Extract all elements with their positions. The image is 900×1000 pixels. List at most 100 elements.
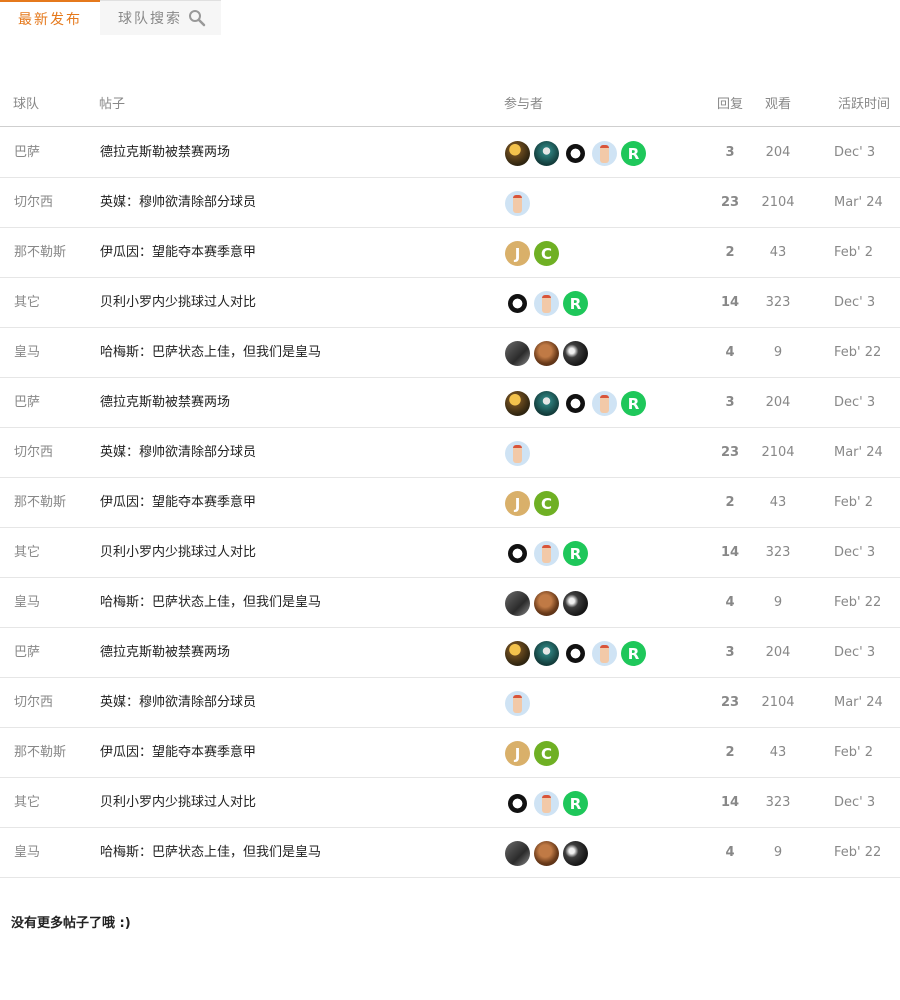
- avatar-letter-c[interactable]: C: [534, 741, 559, 766]
- post-title-link[interactable]: 伊瓜因：望能夺本赛季意甲: [100, 745, 256, 761]
- table-row[interactable]: 巴萨 德拉克斯勒被禁赛两场 R 3 204 Dec' 3: [0, 628, 900, 678]
- team-name[interactable]: 皇马: [14, 345, 40, 361]
- header-replies[interactable]: 回复: [717, 93, 743, 112]
- team-name[interactable]: 那不勒斯: [14, 495, 66, 511]
- tab-latest[interactable]: 最新发布: [0, 0, 100, 36]
- view-count: 2104: [761, 445, 795, 460]
- avatar[interactable]: [505, 291, 530, 316]
- avatar-letter-r[interactable]: R: [621, 141, 646, 166]
- avatar[interactable]: [534, 341, 559, 366]
- avatar[interactable]: [534, 841, 559, 866]
- avatar[interactable]: [534, 141, 559, 166]
- team-name[interactable]: 巴萨: [14, 145, 40, 161]
- avatar[interactable]: [505, 841, 530, 866]
- team-name[interactable]: 其它: [14, 545, 40, 561]
- avatar-letter-c[interactable]: C: [534, 241, 559, 266]
- table-row[interactable]: 切尔西 英媒：穆帅欲清除部分球员 23 2104 Mar' 24: [0, 428, 900, 478]
- post-title-link[interactable]: 伊瓜因：望能夺本赛季意甲: [100, 245, 256, 261]
- avatar[interactable]: [505, 691, 530, 716]
- avatar[interactable]: [534, 391, 559, 416]
- post-title-link[interactable]: 贝利小罗内少挑球过人对比: [100, 545, 256, 561]
- team-name[interactable]: 那不勒斯: [14, 245, 66, 261]
- avatar[interactable]: [505, 391, 530, 416]
- avatar[interactable]: [534, 291, 559, 316]
- table-row[interactable]: 其它 贝利小罗内少挑球过人对比 R 14 323 Dec' 3: [0, 778, 900, 828]
- post-title-link[interactable]: 贝利小罗内少挑球过人对比: [100, 295, 256, 311]
- search-icon[interactable]: [188, 9, 206, 27]
- avatar-letter-j[interactable]: J: [505, 491, 530, 516]
- avatar-letter-r[interactable]: R: [563, 791, 588, 816]
- post-title-link[interactable]: 英媒：穆帅欲清除部分球员: [100, 445, 256, 461]
- post-title-link[interactable]: 伊瓜因：望能夺本赛季意甲: [100, 495, 256, 511]
- table-row[interactable]: 其它 贝利小罗内少挑球过人对比 R 14 323 Dec' 3: [0, 278, 900, 328]
- avatar[interactable]: [563, 341, 588, 366]
- team-name[interactable]: 切尔西: [14, 695, 53, 711]
- post-title-link[interactable]: 德拉克斯勒被禁赛两场: [100, 145, 230, 161]
- table-row[interactable]: 那不勒斯 伊瓜因：望能夺本赛季意甲 J C 2 43 Feb' 2: [0, 478, 900, 528]
- active-time: Dec' 3: [834, 295, 876, 310]
- avatar[interactable]: [534, 541, 559, 566]
- avatar[interactable]: [505, 641, 530, 666]
- tab-team-search[interactable]: 球队搜索: [100, 1, 221, 35]
- team-name[interactable]: 切尔西: [14, 195, 53, 211]
- header-post[interactable]: 帖子: [99, 93, 125, 112]
- team-name[interactable]: 皇马: [14, 845, 40, 861]
- table-row[interactable]: 切尔西 英媒：穆帅欲清除部分球员 23 2104 Mar' 24: [0, 178, 900, 228]
- avatar[interactable]: [563, 141, 588, 166]
- post-title-link[interactable]: 哈梅斯：巴萨状态上佳，但我们是皇马: [100, 845, 321, 861]
- avatar-letter-j[interactable]: J: [505, 241, 530, 266]
- team-name[interactable]: 那不勒斯: [14, 745, 66, 761]
- table-row[interactable]: 巴萨 德拉克斯勒被禁赛两场 R 3 204 Dec' 3: [0, 128, 900, 178]
- avatar-letter-r[interactable]: R: [621, 641, 646, 666]
- avatar-letter-r[interactable]: R: [621, 391, 646, 416]
- post-title-link[interactable]: 德拉克斯勒被禁赛两场: [100, 395, 230, 411]
- avatar-letter-r[interactable]: R: [563, 291, 588, 316]
- team-name[interactable]: 切尔西: [14, 445, 53, 461]
- avatar[interactable]: [563, 841, 588, 866]
- table-row[interactable]: 其它 贝利小罗内少挑球过人对比 R 14 323 Dec' 3: [0, 528, 900, 578]
- table-row[interactable]: 皇马 哈梅斯：巴萨状态上佳，但我们是皇马 4 9 Feb' 22: [0, 578, 900, 628]
- table-row[interactable]: 皇马 哈梅斯：巴萨状态上佳，但我们是皇马 4 9 Feb' 22: [0, 328, 900, 378]
- team-name[interactable]: 皇马: [14, 595, 40, 611]
- avatar-letter-j[interactable]: J: [505, 741, 530, 766]
- avatar[interactable]: [534, 591, 559, 616]
- avatar[interactable]: [505, 791, 530, 816]
- team-name[interactable]: 其它: [14, 795, 40, 811]
- table-row[interactable]: 那不勒斯 伊瓜因：望能夺本赛季意甲 J C 2 43 Feb' 2: [0, 228, 900, 278]
- view-count: 9: [773, 845, 783, 860]
- table-row[interactable]: 那不勒斯 伊瓜因：望能夺本赛季意甲 J C 2 43 Feb' 2: [0, 728, 900, 778]
- avatar[interactable]: [505, 591, 530, 616]
- team-name[interactable]: 巴萨: [14, 395, 40, 411]
- post-title-link[interactable]: 哈梅斯：巴萨状态上佳，但我们是皇马: [100, 345, 321, 361]
- post-title-link[interactable]: 贝利小罗内少挑球过人对比: [100, 795, 256, 811]
- avatar[interactable]: [563, 391, 588, 416]
- avatar[interactable]: [505, 441, 530, 466]
- team-name[interactable]: 巴萨: [14, 645, 40, 661]
- avatar[interactable]: [563, 641, 588, 666]
- avatar[interactable]: [592, 141, 617, 166]
- table-row[interactable]: 巴萨 德拉克斯勒被禁赛两场 R 3 204 Dec' 3: [0, 378, 900, 428]
- avatar[interactable]: [505, 541, 530, 566]
- header-participants[interactable]: 参与者: [504, 93, 543, 112]
- avatar-letter-r[interactable]: R: [563, 541, 588, 566]
- avatar[interactable]: [505, 191, 530, 216]
- post-title-link[interactable]: 英媒：穆帅欲清除部分球员: [100, 195, 256, 211]
- avatar[interactable]: [505, 341, 530, 366]
- table-row[interactable]: 切尔西 英媒：穆帅欲清除部分球员 23 2104 Mar' 24: [0, 678, 900, 728]
- active-time: Mar' 24: [834, 445, 883, 460]
- team-name[interactable]: 其它: [14, 295, 40, 311]
- avatar[interactable]: [534, 791, 559, 816]
- table-row[interactable]: 皇马 哈梅斯：巴萨状态上佳，但我们是皇马 4 9 Feb' 22: [0, 828, 900, 878]
- avatar[interactable]: [505, 141, 530, 166]
- header-views[interactable]: 观看: [765, 93, 791, 112]
- header-active-time[interactable]: 活跃时间: [838, 93, 890, 112]
- avatar[interactable]: [592, 641, 617, 666]
- header-team[interactable]: 球队: [13, 93, 39, 112]
- avatar[interactable]: [534, 641, 559, 666]
- post-title-link[interactable]: 英媒：穆帅欲清除部分球员: [100, 695, 256, 711]
- avatar-letter-c[interactable]: C: [534, 491, 559, 516]
- post-title-link[interactable]: 德拉克斯勒被禁赛两场: [100, 645, 230, 661]
- avatar[interactable]: [563, 591, 588, 616]
- avatar[interactable]: [592, 391, 617, 416]
- post-title-link[interactable]: 哈梅斯：巴萨状态上佳，但我们是皇马: [100, 595, 321, 611]
